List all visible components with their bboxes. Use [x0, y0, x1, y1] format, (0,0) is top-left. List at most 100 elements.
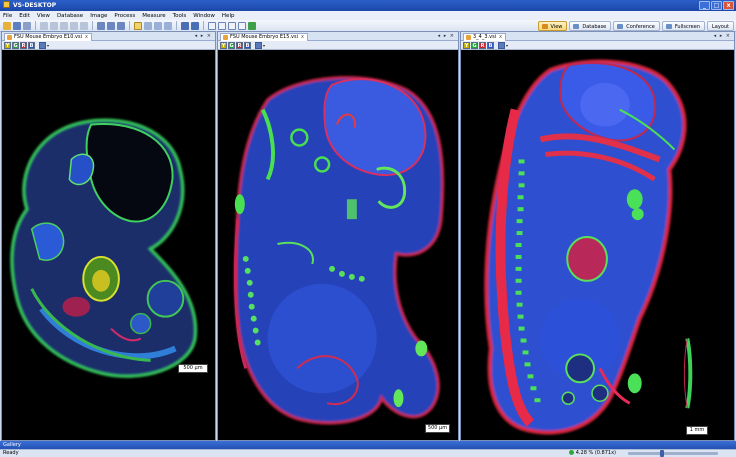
single-layout-icon[interactable] [208, 21, 216, 30]
pane-nav-controls[interactable]: ◂ ▸ × [438, 32, 455, 41]
pane-tab-row: 3_4_3.vsi x ◂ ▸ × [461, 32, 734, 41]
menu-help[interactable]: Help [222, 13, 235, 19]
embryo-section-image [484, 59, 693, 435]
acquire-icon[interactable] [97, 21, 105, 30]
document-tab[interactable]: FSU Mouse Embryo E15.vsi x [220, 33, 308, 41]
minimize-button[interactable]: _ [699, 1, 710, 10]
toolbar-separator [176, 21, 177, 30]
channel-green-toggle[interactable]: G [228, 41, 235, 49]
image-viewport[interactable]: 1 mm [461, 50, 734, 440]
document-tab-label: 3_4_3.vsi [473, 34, 497, 40]
title-bar: VS-DESKTOP _ □ x [0, 0, 736, 11]
print-icon[interactable] [23, 21, 31, 30]
scale-bar: 1 mm [686, 426, 708, 435]
tab-close-icon[interactable]: x [499, 34, 502, 40]
toolbar-separator [35, 21, 36, 30]
snapshot-icon[interactable] [107, 21, 115, 30]
channel-blue-toggle[interactable]: B [487, 41, 494, 49]
channel-settings-icon[interactable] [255, 41, 262, 49]
channel-toolbar: Y G R B ▾ [461, 41, 734, 50]
channel-red-toggle[interactable]: R [236, 41, 243, 49]
chevron-down-icon[interactable]: ▾ [506, 43, 508, 48]
channel-red-toggle[interactable]: R [20, 41, 27, 49]
channel-settings-icon[interactable] [39, 41, 46, 49]
undo-icon[interactable] [70, 21, 78, 30]
status-bar: Ready 4.28 % (0.871x) [0, 449, 736, 457]
pan-tool-icon[interactable] [154, 21, 162, 30]
pointer-icon[interactable] [181, 21, 189, 30]
image-viewport[interactable]: 500 µm [2, 50, 215, 440]
channel-blue-toggle[interactable]: B [244, 41, 251, 49]
maximize-button[interactable]: □ [711, 1, 722, 10]
tab-close-icon[interactable]: x [301, 34, 304, 40]
app-window: VS-DESKTOP _ □ x File Edit View Database… [0, 0, 736, 457]
menu-image[interactable]: Image [90, 13, 107, 19]
channel-green-toggle[interactable]: G [12, 41, 19, 49]
crop-icon[interactable] [191, 21, 199, 30]
zoom-slider-knob[interactable] [659, 450, 664, 457]
select-tool-icon[interactable] [134, 21, 142, 30]
pane-tab-row: FSU Mouse Embryo E10.vsi x ◂ ▸ × [2, 32, 215, 41]
zoom-readout: 4.28 % (0.871x) [569, 450, 616, 457]
pane-nav-controls[interactable]: ◂ ▸ × [195, 32, 212, 41]
grid-layout-icon[interactable] [238, 21, 246, 30]
chevron-down-icon[interactable]: ▾ [263, 43, 265, 48]
toolbar-separator [203, 21, 204, 30]
document-tab-label: FSU Mouse Embryo E15.vsi [230, 34, 298, 40]
tile-layout-icon[interactable] [218, 21, 226, 30]
menu-measure[interactable]: Measure [142, 13, 165, 19]
database-mode-button[interactable]: Database [569, 21, 612, 31]
menu-window[interactable]: Window [193, 13, 215, 19]
view-mode-button[interactable]: View [537, 21, 568, 31]
channel-blue-toggle[interactable]: B [28, 41, 35, 49]
menu-bar: File Edit View Database Image Process Me… [0, 11, 736, 20]
open-icon[interactable] [3, 21, 11, 30]
viewer-pane-2: FSU Mouse Embryo E15.vsi x ◂ ▸ × Y G R B … [217, 31, 459, 441]
channel-red-toggle[interactable]: R [479, 41, 486, 49]
menu-database[interactable]: Database [57, 13, 83, 19]
zoom-tool-icon[interactable] [144, 21, 152, 30]
zoom-slider[interactable] [628, 450, 718, 457]
mode-switcher: View Database Conference Fullscreen Layo… [537, 21, 734, 31]
scale-bar: 500 µm [425, 424, 450, 433]
channel-green-toggle[interactable]: G [471, 41, 478, 49]
channel-yellow-toggle[interactable]: Y [463, 41, 470, 49]
compare-layout-icon[interactable] [228, 21, 236, 30]
channel-toolbar: Y G R B ▾ [218, 41, 458, 50]
embryo-e15-image [233, 76, 445, 425]
menu-file[interactable]: File [3, 13, 12, 19]
viewer-pane-3: 3_4_3.vsi x ◂ ▸ × Y G R B ▾ 1 mm [460, 31, 735, 441]
layout-dropdown[interactable]: Layout [707, 21, 734, 31]
channel-yellow-toggle[interactable]: Y [220, 41, 227, 49]
channel-yellow-toggle[interactable]: Y [4, 41, 11, 49]
document-tab[interactable]: FSU Mouse Embryo E10.vsi x [4, 33, 92, 41]
live-icon[interactable] [117, 21, 125, 30]
gallery-bar[interactable]: Gallery [0, 441, 736, 449]
rotate-tool-icon[interactable] [164, 21, 172, 30]
scale-bar: 500 µm [178, 364, 208, 373]
gallery-label: Gallery [3, 442, 21, 448]
cut-icon[interactable] [40, 21, 48, 30]
paste-icon[interactable] [60, 21, 68, 30]
document-tab-label: FSU Mouse Embryo E10.vsi [14, 34, 82, 40]
menu-edit[interactable]: Edit [19, 13, 30, 19]
save-icon[interactable] [13, 21, 21, 30]
tab-close-icon[interactable]: x [85, 34, 88, 40]
app-title: VS-DESKTOP [13, 2, 57, 9]
menu-process[interactable]: Process [114, 13, 135, 19]
pane-nav-controls[interactable]: ◂ ▸ × [714, 32, 731, 41]
fullscreen-mode-button[interactable]: Fullscreen [661, 21, 705, 31]
menu-tools[interactable]: Tools [173, 13, 187, 19]
document-tab[interactable]: 3_4_3.vsi x [463, 33, 507, 41]
toolbar-separator [92, 21, 93, 30]
image-viewport[interactable]: 500 µm [218, 50, 458, 440]
redo-icon[interactable] [80, 21, 88, 30]
chevron-down-icon[interactable]: ▾ [47, 43, 49, 48]
channel-settings-icon[interactable] [498, 41, 505, 49]
copy-icon[interactable] [50, 21, 58, 30]
conference-mode-button[interactable]: Conference [613, 21, 660, 31]
sync-icon[interactable] [248, 21, 256, 30]
close-button[interactable]: x [723, 1, 734, 10]
menu-view[interactable]: View [37, 13, 50, 19]
app-icon [3, 1, 10, 8]
